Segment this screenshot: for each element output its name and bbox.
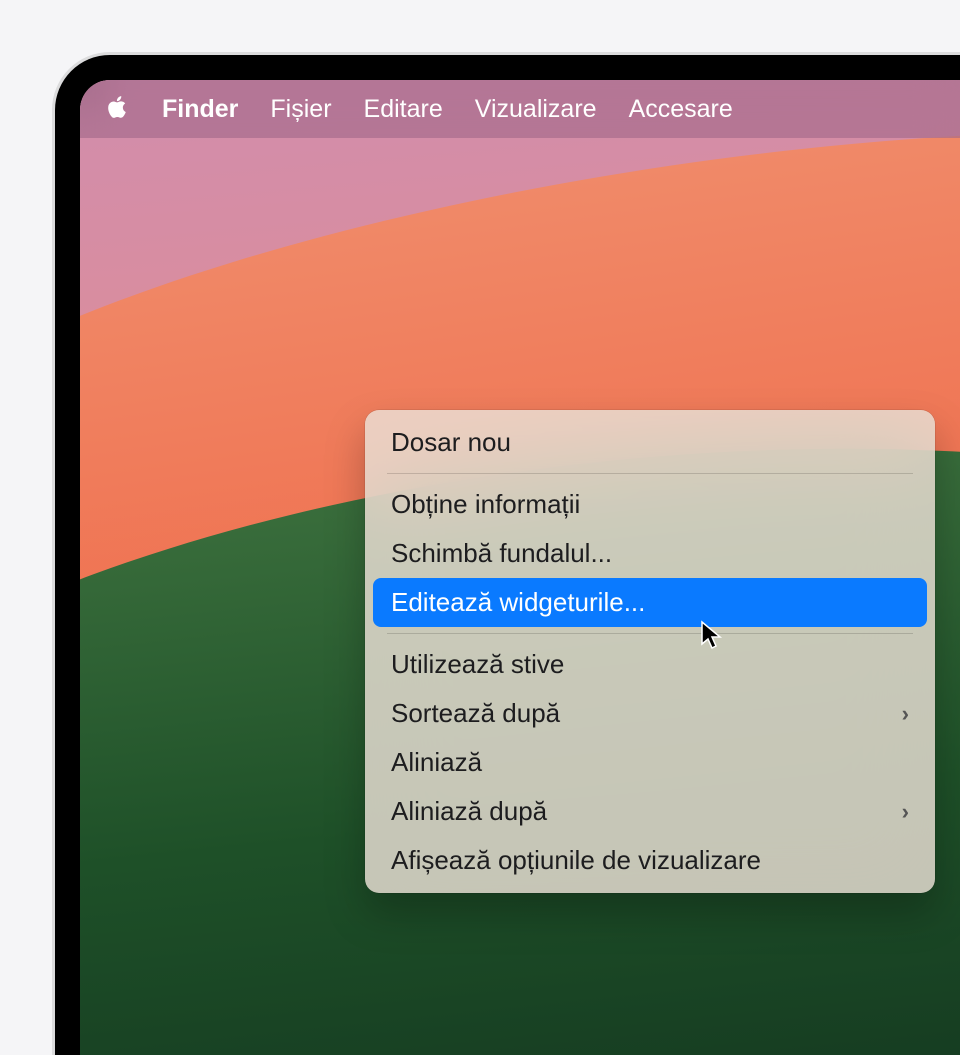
- cursor-pointer-icon: [700, 620, 724, 650]
- chevron-right-icon: ›: [902, 799, 909, 825]
- ctx-item-new-folder[interactable]: Dosar nou: [373, 418, 927, 467]
- ctx-item-label: Schimbă fundalul...: [391, 538, 612, 569]
- ctx-item-label: Aliniază după: [391, 796, 547, 827]
- menubar-app-name[interactable]: Finder: [162, 95, 238, 124]
- ctx-item-label: Utilizează stive: [391, 649, 564, 680]
- desktop-context-menu: Dosar nou Obține informații Schimbă fund…: [365, 410, 935, 893]
- device-bezel: Finder Fișier Editare Vizualizare Accesa…: [55, 55, 960, 1055]
- chevron-right-icon: ›: [902, 701, 909, 727]
- menubar: Finder Fișier Editare Vizualizare Accesa…: [80, 80, 960, 138]
- menu-separator: [387, 633, 913, 634]
- ctx-item-use-stacks[interactable]: Utilizează stive: [373, 640, 927, 689]
- ctx-item-clean-up[interactable]: Aliniază: [373, 738, 927, 787]
- menubar-item-go[interactable]: Accesare: [629, 95, 733, 124]
- apple-menu-icon[interactable]: [104, 94, 130, 125]
- ctx-item-sort-by[interactable]: Sortează după ›: [373, 689, 927, 738]
- ctx-item-show-view-options[interactable]: Afișează opțiunile de vizualizare: [373, 836, 927, 885]
- ctx-item-label: Dosar nou: [391, 427, 511, 458]
- ctx-item-clean-up-by[interactable]: Aliniază după ›: [373, 787, 927, 836]
- ctx-item-get-info[interactable]: Obține informații: [373, 480, 927, 529]
- menubar-item-edit[interactable]: Editare: [364, 95, 443, 124]
- ctx-item-change-background[interactable]: Schimbă fundalul...: [373, 529, 927, 578]
- ctx-item-label: Obține informații: [391, 489, 580, 520]
- desktop-screen[interactable]: Finder Fișier Editare Vizualizare Accesa…: [80, 80, 960, 1055]
- ctx-item-edit-widgets[interactable]: Editează widgeturile...: [373, 578, 927, 627]
- ctx-item-label: Afișează opțiunile de vizualizare: [391, 845, 761, 876]
- ctx-item-label: Aliniază: [391, 747, 482, 778]
- menubar-item-view[interactable]: Vizualizare: [475, 95, 597, 124]
- ctx-item-label: Editează widgeturile...: [391, 587, 645, 618]
- ctx-item-label: Sortează după: [391, 698, 560, 729]
- menu-separator: [387, 473, 913, 474]
- menubar-item-file[interactable]: Fișier: [270, 95, 331, 124]
